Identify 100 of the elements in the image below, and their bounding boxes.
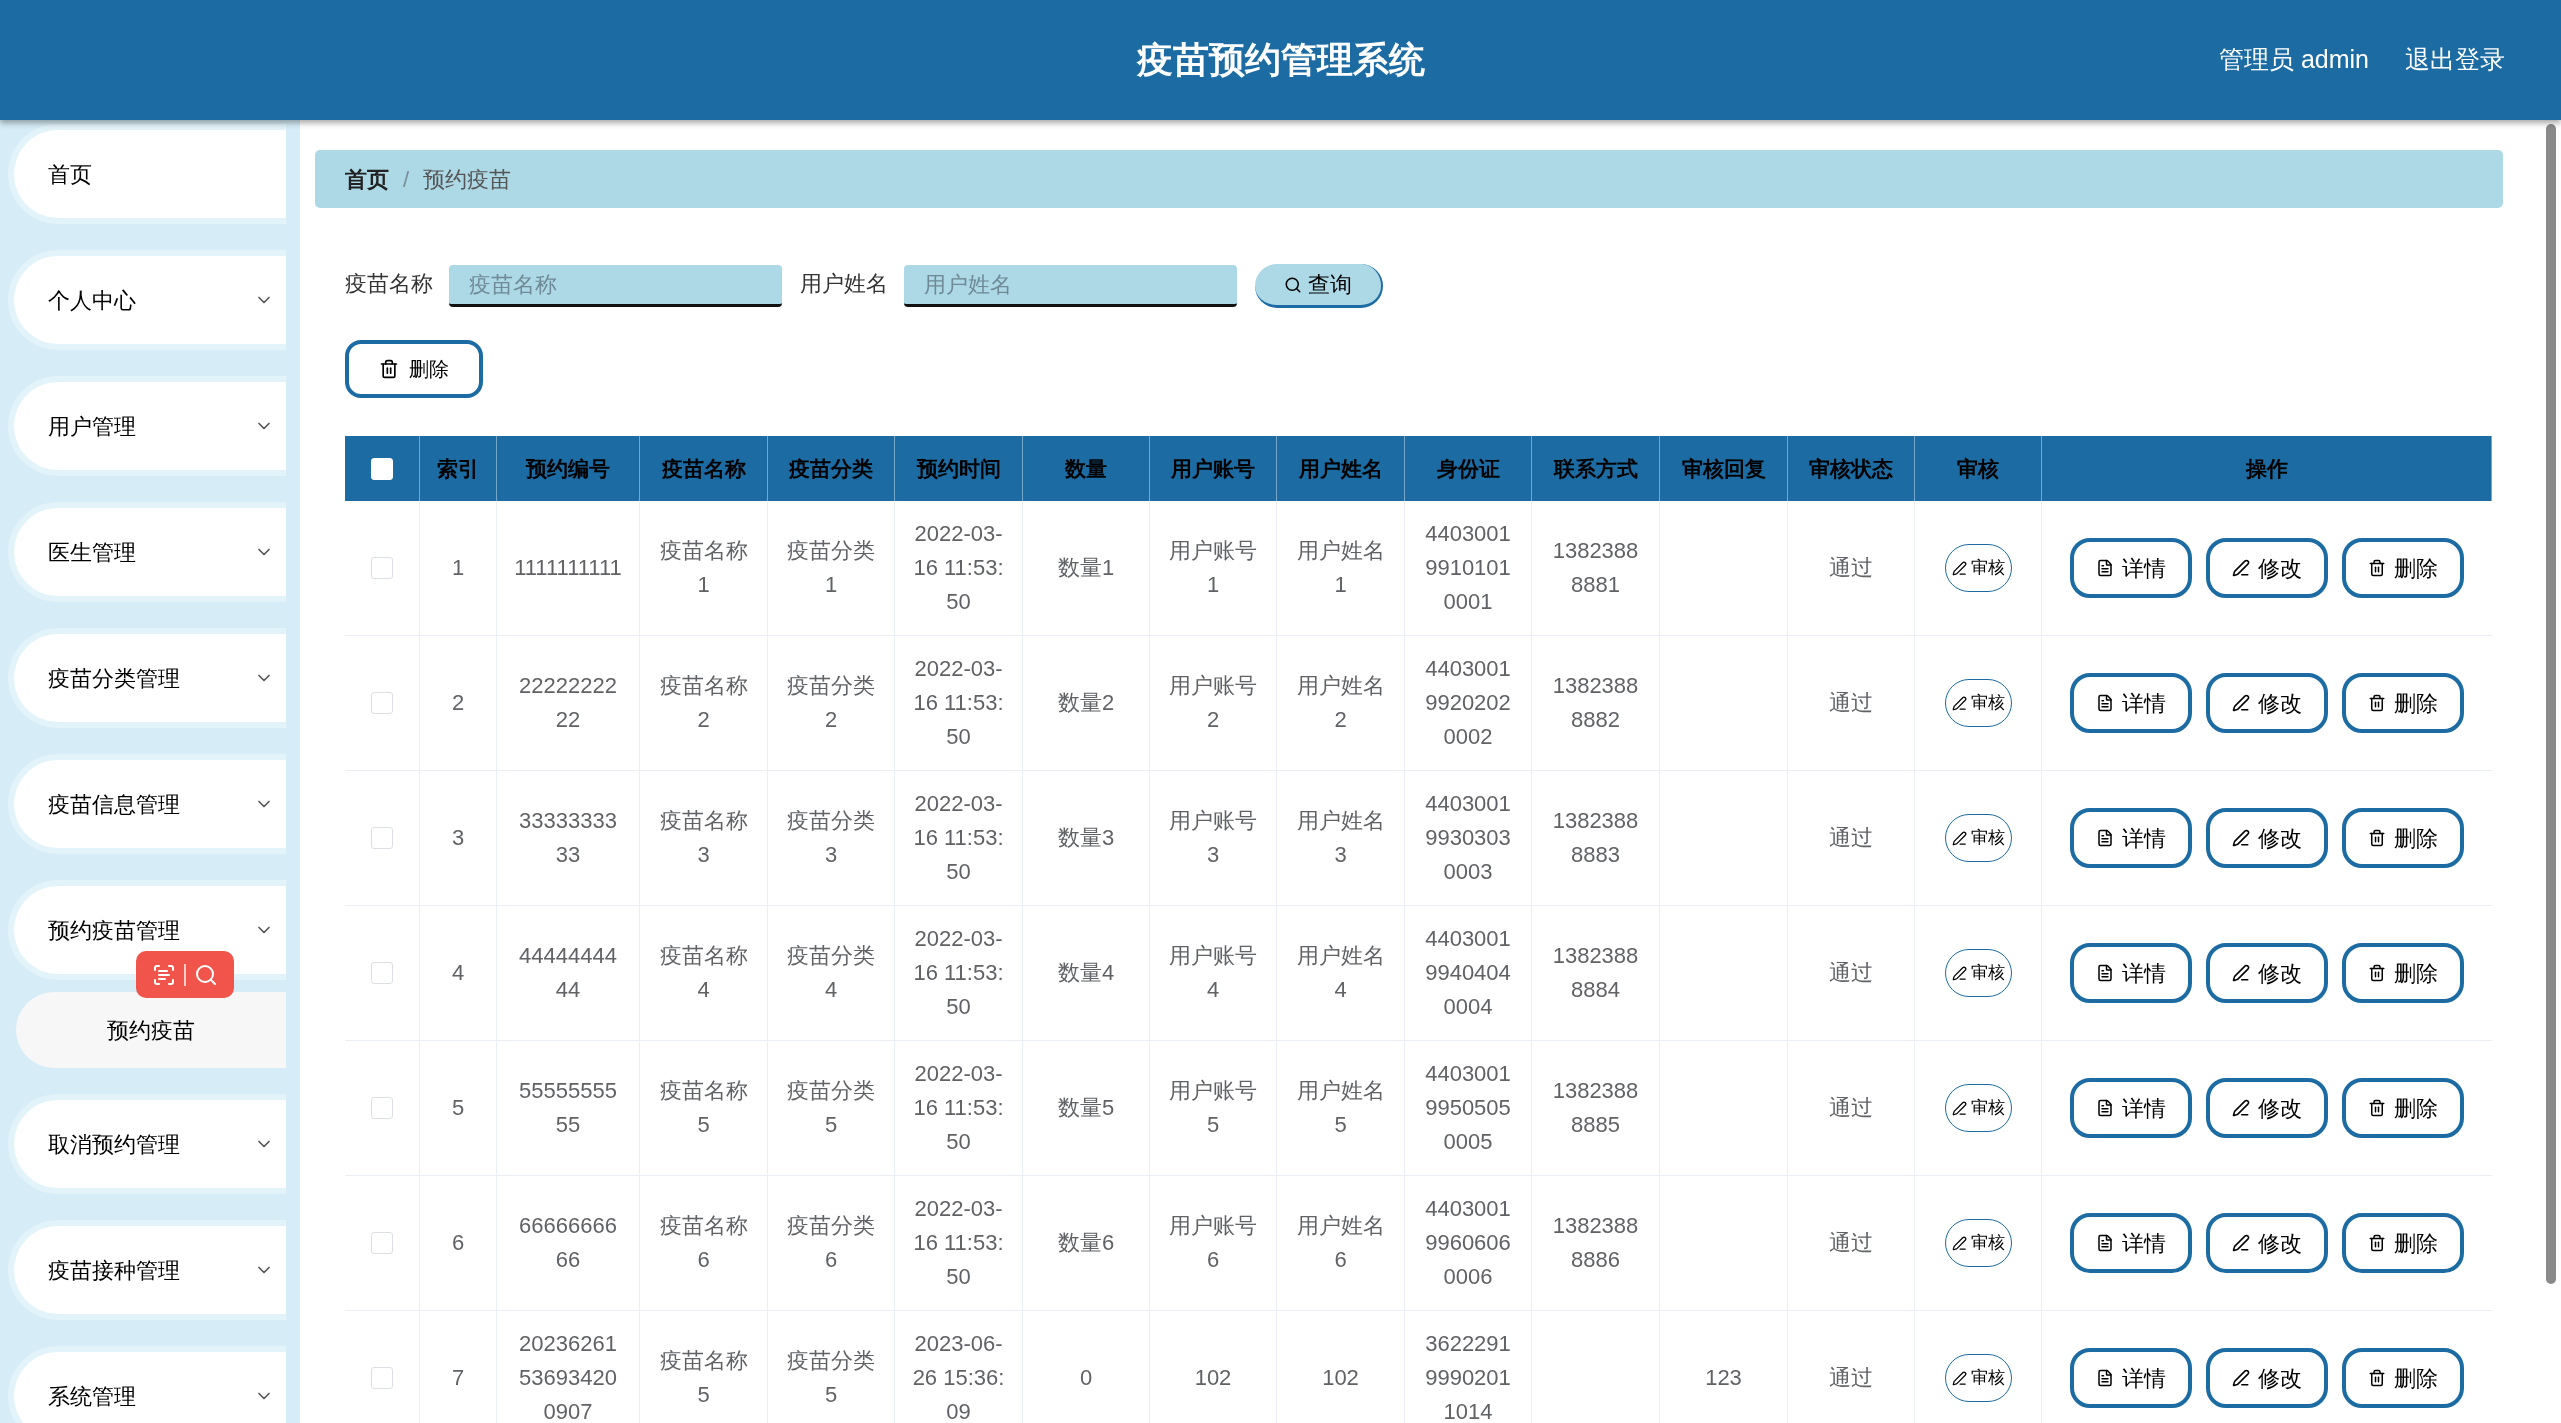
column-header: 用户姓名: [1298, 455, 1383, 482]
detail-button[interactable]: 详情: [2070, 943, 2192, 1003]
sidebar-item[interactable]: 预约疫苗管理: [8, 880, 286, 980]
delete-button[interactable]: 删除: [2342, 538, 2464, 598]
checkbox[interactable]: [371, 1097, 393, 1119]
pen-icon: [2232, 1369, 2250, 1387]
edit-button[interactable]: 修改: [2206, 943, 2328, 1003]
column-header: 审核状态: [1809, 455, 1893, 482]
table-cell-text: 数量1: [1057, 554, 1115, 582]
review-button[interactable]: 审核: [1944, 1219, 2012, 1267]
column-header: 身份证: [1436, 455, 1500, 482]
delete-button[interactable]: 删除: [2342, 1213, 2464, 1273]
edit-button[interactable]: 修改: [2206, 808, 2328, 868]
delete-button[interactable]: 删除: [2342, 673, 2464, 733]
edit-button[interactable]: 修改: [2206, 1213, 2328, 1273]
table-cell-text: 2022-03-16 11:53:50: [912, 925, 1005, 1021]
search-field[interactable]: 用户姓名: [904, 265, 1237, 307]
table-cell-text: 362229199902011014: [1424, 1330, 1512, 1423]
pen-icon: [2232, 829, 2250, 847]
pen-icon: [2232, 1234, 2250, 1252]
sidebar-item[interactable]: 疫苗接种管理: [8, 1220, 286, 1320]
app-title: 疫苗预约管理系统: [1136, 38, 1425, 82]
detail-button[interactable]: 详情: [2070, 1078, 2192, 1138]
trash-icon: [2368, 559, 2386, 577]
table-cell-text: 440300199606060006: [1424, 1195, 1512, 1291]
scan-text-icon[interactable]: [152, 962, 176, 987]
table-cell-text: 通过: [1829, 1094, 1873, 1122]
document-icon: [2096, 694, 2114, 712]
column-header: 疫苗分类: [789, 455, 873, 482]
sidebar-item[interactable]: 疫苗分类管理: [8, 628, 286, 728]
table-cell-text: 20236261536934200907: [518, 1330, 618, 1423]
checkbox[interactable]: [371, 962, 393, 984]
table-cell-text: 用户姓名1: [1295, 537, 1386, 599]
review-button[interactable]: 审核: [1944, 949, 2012, 997]
delete-button[interactable]: 删除: [345, 340, 483, 398]
table-cell-text: 6: [451, 1229, 465, 1257]
checkbox[interactable]: [371, 557, 393, 579]
detail-button[interactable]: 详情: [2070, 673, 2192, 733]
delete-button[interactable]: 删除: [2342, 1078, 2464, 1138]
breadcrumb-separator: /: [403, 165, 410, 194]
sidebar-item[interactable]: 用户管理: [8, 376, 286, 476]
review-button[interactable]: 审核: [1944, 1354, 2012, 1402]
column-header: 审核回复: [1681, 455, 1766, 482]
detail-button[interactable]: 详情: [2070, 808, 2192, 868]
column-header: 数量: [1065, 455, 1107, 482]
table-cell-text: 疫苗名称5: [658, 1077, 749, 1139]
trash-icon: [2368, 1369, 2386, 1387]
edit-button[interactable]: 修改: [2206, 1348, 2328, 1408]
pen-icon: [1951, 560, 1967, 576]
search-field[interactable]: 疫苗名称: [449, 265, 782, 307]
trash-icon: [379, 359, 399, 379]
field-label: 疫苗名称: [345, 269, 433, 298]
table-cell-text: 440300199505050005: [1424, 1060, 1512, 1156]
trash-icon: [2368, 964, 2386, 982]
table-cell-text: 3: [451, 824, 465, 852]
review-button[interactable]: 审核: [1944, 1084, 2012, 1132]
sidebar-item[interactable]: 取消预约管理: [8, 1094, 286, 1194]
detail-button[interactable]: 详情: [2070, 1348, 2192, 1408]
table-cell-text: 通过: [1829, 554, 1873, 582]
sidebar-item[interactable]: 疫苗信息管理: [8, 754, 286, 854]
edit-button[interactable]: 修改: [2206, 1078, 2328, 1138]
column-header: 预约编号: [526, 455, 610, 482]
search-button[interactable]: 查询: [1255, 264, 1383, 308]
table-cell-text: 用户账号1: [1168, 537, 1258, 599]
checkbox[interactable]: [371, 1367, 393, 1389]
logout-link[interactable]: 退出登录: [2405, 41, 2505, 79]
table-cell-text: 2022-03-16 11:53:50: [912, 790, 1005, 886]
sidebar-item[interactable]: 系统管理: [8, 1346, 286, 1423]
table-cell-text: 用户账号3: [1168, 807, 1258, 869]
checkbox[interactable]: [371, 692, 393, 714]
edit-button[interactable]: 修改: [2206, 538, 2328, 598]
edit-button[interactable]: 修改: [2206, 673, 2328, 733]
detail-button[interactable]: 详情: [2070, 538, 2192, 598]
table-cell-text: 13823888882: [1551, 672, 1640, 734]
breadcrumb-item[interactable]: 预约疫苗: [423, 162, 512, 196]
review-button[interactable]: 审核: [1944, 544, 2012, 592]
table-cell-text: 疫苗分类5: [786, 1347, 876, 1409]
delete-button[interactable]: 删除: [2342, 1348, 2464, 1408]
table-cell-text: 用户账号5: [1168, 1077, 1258, 1139]
pen-icon: [1951, 965, 1967, 981]
table-cell-text: 2022-03-16 11:53:50: [912, 655, 1005, 751]
breadcrumb-item[interactable]: 首页: [345, 162, 389, 196]
sidebar-item[interactable]: 医生管理: [8, 502, 286, 602]
document-icon: [2096, 1234, 2114, 1252]
column-header: 预约时间: [916, 455, 1001, 482]
table-cell-text: 7: [451, 1364, 465, 1392]
delete-button[interactable]: 删除: [2342, 943, 2464, 1003]
pen-icon: [2232, 964, 2250, 982]
review-button[interactable]: 审核: [1944, 814, 2012, 862]
search-icon[interactable]: [194, 962, 218, 987]
sidebar-item[interactable]: 个人中心: [8, 250, 286, 350]
delete-button[interactable]: 删除: [2342, 808, 2464, 868]
sidebar-item[interactable]: 首页: [8, 124, 286, 224]
checkbox[interactable]: [371, 827, 393, 849]
review-button[interactable]: 审核: [1944, 679, 2012, 727]
checkbox[interactable]: [371, 1232, 393, 1254]
detail-button[interactable]: 详情: [2070, 1213, 2192, 1273]
table-cell-text: 3333333333: [518, 807, 618, 869]
submenu-item[interactable]: 预约疫苗: [16, 992, 286, 1068]
trash-icon: [2368, 1234, 2386, 1252]
